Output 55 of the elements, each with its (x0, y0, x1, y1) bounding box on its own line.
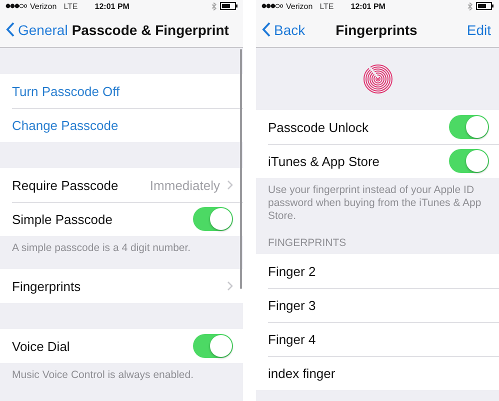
settings-row[interactable]: index finger (256, 356, 499, 390)
row-label: Turn Passcode Off (12, 84, 120, 98)
signal-icon (261, 3, 283, 9)
settings-row[interactable]: Require Passcode Immediately (0, 168, 243, 202)
settings-row[interactable]: Fingerprints (0, 269, 243, 303)
settings-row[interactable]: Change Passcode (0, 108, 243, 142)
toggle-switch[interactable] (193, 334, 233, 358)
chevron-icon (227, 281, 233, 291)
signal-icon (5, 3, 27, 9)
back-button[interactable]: General (6, 22, 68, 38)
row-label: Voice Dial (12, 338, 70, 354)
toggle-switch[interactable] (449, 115, 489, 139)
row-label: iTunes & App Store (268, 154, 380, 168)
settings-row[interactable]: Turn Passcode Off (0, 74, 243, 108)
row-label: Finger 2 (268, 264, 316, 278)
row-label: Fingerprints (12, 278, 81, 294)
back-button[interactable]: Back (262, 22, 306, 38)
bluetooth-icon (467, 2, 473, 10)
footer-note: Use your fingerprint instead of your Apple ID password when buying from the iTunes & App Store. (267, 183, 482, 223)
network-type: LTE (64, 2, 78, 10)
battery-icon (476, 2, 494, 10)
section-header: FINGERPRINTS (267, 236, 348, 251)
row-label: Finger 3 (268, 298, 316, 312)
footer-note: Music Voice Control is always enabled. (11, 368, 195, 382)
toggle-switch[interactable] (449, 149, 489, 173)
settings-row[interactable]: Simple Passcode (0, 202, 243, 236)
row-label: Require Passcode (12, 178, 118, 192)
row-label: Change Passcode (12, 118, 118, 132)
status-time: 12:01 PM (94, 2, 130, 10)
network-type: LTE (320, 2, 334, 10)
settings-row[interactable]: Finger 4 (256, 322, 499, 356)
carrier-name: Verizon (286, 2, 313, 10)
row-label: Passcode Unlock (268, 120, 368, 134)
settings-row[interactable]: iTunes & App Store (256, 144, 499, 178)
chevron-icon (227, 180, 233, 190)
screen-title: Fingerprints (334, 22, 418, 38)
fingerprint-icon (362, 64, 392, 94)
row-label: index finger (268, 366, 336, 380)
settings-row[interactable]: Finger 2 (256, 254, 499, 288)
settings-row[interactable]: Voice Dial (0, 329, 243, 363)
battery-icon (220, 2, 238, 10)
toggle-switch[interactable] (193, 207, 233, 231)
row-value: Immediately (150, 178, 220, 192)
row-label: Finger 4 (268, 332, 316, 346)
row-label: Simple Passcode (12, 212, 112, 226)
back-chevron-icon (262, 22, 271, 37)
edit-button[interactable]: Edit (466, 22, 492, 38)
back-chevron-icon (6, 22, 15, 37)
status-time: 12:01 PM (350, 2, 386, 10)
bluetooth-icon (211, 2, 217, 10)
footer-note: A simple passcode is a 4 digit number. (11, 241, 192, 255)
screen-title: Passcode & Fingerprint (70, 22, 230, 38)
settings-row[interactable]: Passcode Unlock (256, 110, 499, 144)
settings-row[interactable]: Finger 3 (256, 288, 499, 322)
carrier-name: Verizon (30, 2, 57, 10)
